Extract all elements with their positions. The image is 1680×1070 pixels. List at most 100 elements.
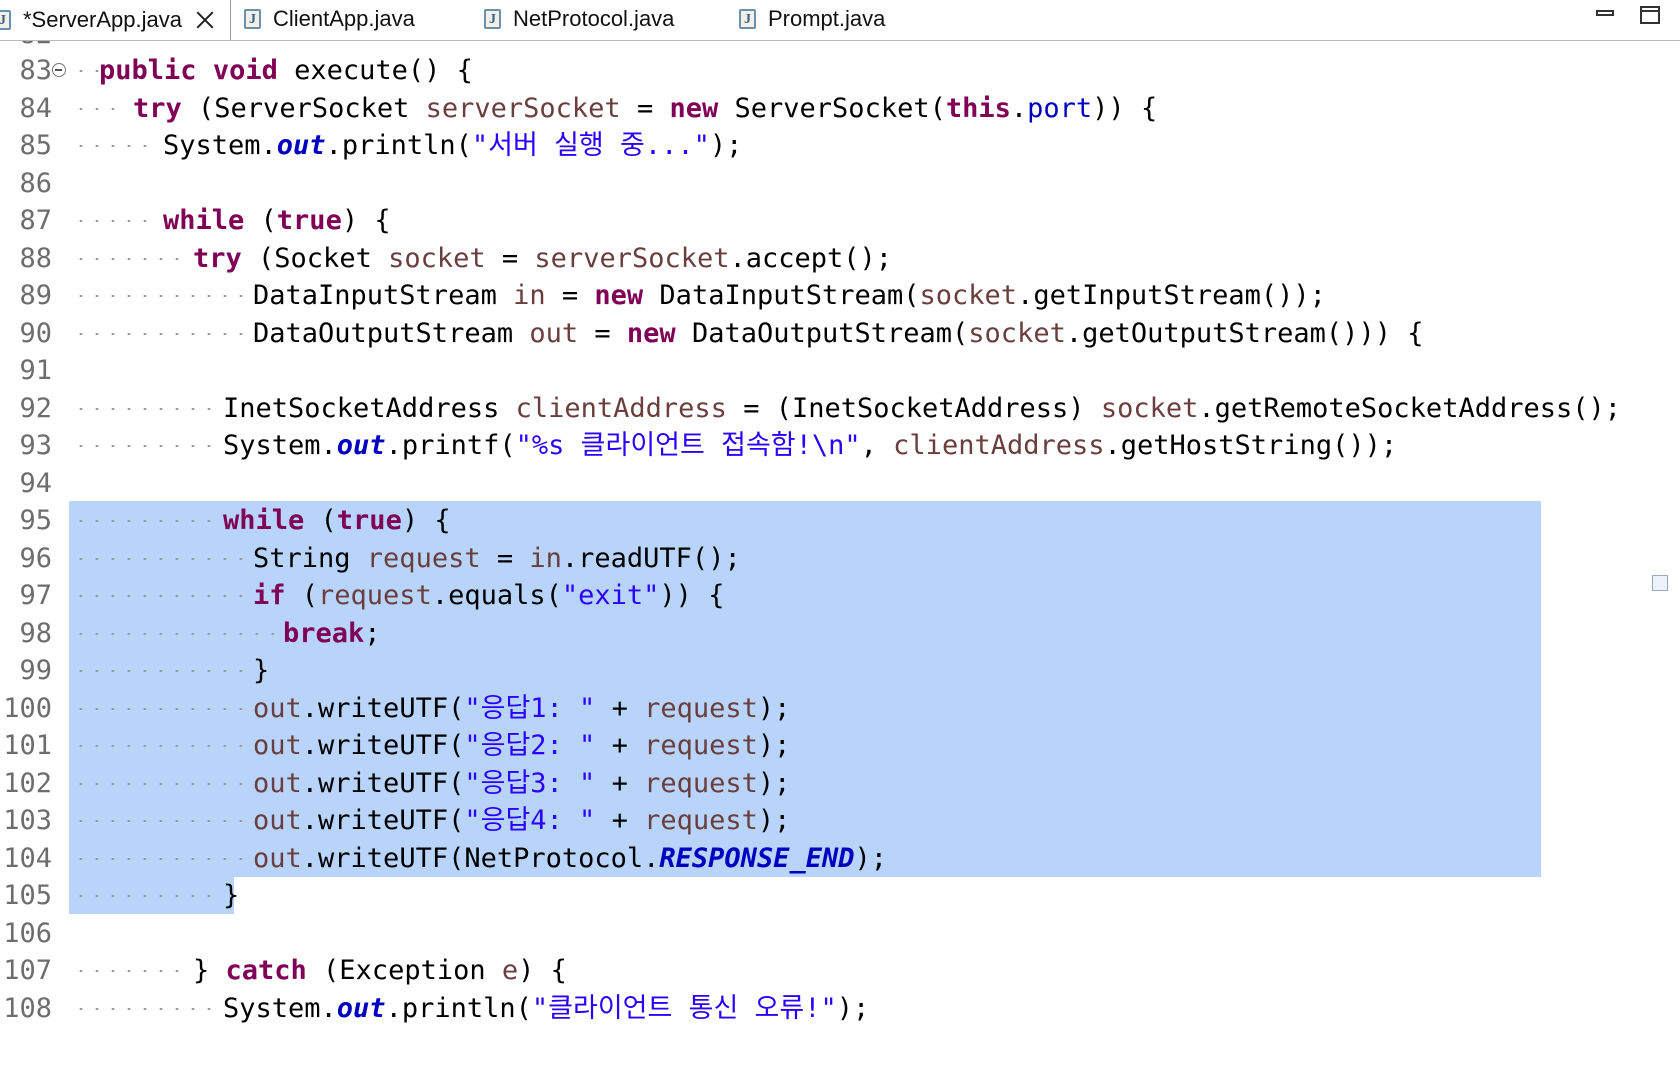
code-token: } [193, 955, 226, 986]
code-token: .writeUTF( [301, 730, 465, 761]
minimize-icon[interactable] [1596, 6, 1616, 24]
line-number: 88 [19, 242, 52, 274]
variable-token: request [366, 542, 481, 574]
code-line: 98 break; [0, 613, 1680, 654]
code-token: ); [854, 842, 887, 874]
code-token: System. [163, 130, 277, 161]
variable-token: out [253, 842, 302, 874]
code-text: } catch (Exception e) { [193, 951, 567, 991]
code-token: ); [757, 692, 791, 724]
code-line: 87 while (true) { [0, 201, 1680, 241]
variable-token: out [253, 730, 302, 761]
fold-collapse-icon[interactable] [52, 63, 66, 77]
code-text: System.out.printf("%s 클라이언트 접속함!\n", cli… [223, 426, 1397, 466]
code-text: out.writeUTF("응답1: " + request); [253, 689, 790, 729]
code-token: .writeUTF( [301, 805, 465, 836]
tab-serverappjava[interactable]: J *ServerApp.java [0, 0, 231, 40]
code-token: .printf( [385, 430, 516, 461]
whitespace-markers [73, 726, 247, 766]
code-line: 84 try (ServerSocket serverSocket = new S… [0, 89, 1680, 129]
code-token: . [1010, 92, 1028, 124]
tab-promptjava[interactable]: J Prompt.java [725, 0, 885, 38]
code-token: ) { [341, 205, 391, 236]
code-line: 83 public void execute() { [0, 51, 1680, 91]
code-token: } [223, 880, 240, 911]
line-number: 92 [19, 392, 52, 424]
code-token: (Exception [306, 955, 502, 986]
code-line: 105} [0, 876, 1680, 916]
code-line: 97 if (request.equals("exit")) { [0, 576, 1680, 616]
code-text: DataInputStream in = new DataInputStream… [253, 276, 1326, 316]
code-token: ); [757, 805, 791, 836]
tab-netprotocoljava[interactable]: J NetProtocol.java [470, 0, 674, 38]
code-token: .getHostString()); [1104, 430, 1398, 461]
code-token: ); [757, 767, 791, 799]
variable-token: out [529, 317, 579, 349]
string-token: "응답2: " [464, 730, 596, 761]
code-text: try (Socket socket = serverSocket.accept… [193, 239, 892, 279]
line-number: 101 [3, 730, 52, 761]
code-line: 85 System.out.println("서버 실행 중..."); [0, 126, 1680, 166]
code-token: ); [836, 992, 870, 1024]
variable-token: e [501, 955, 519, 986]
string-token: "응답4: " [464, 805, 596, 836]
code-token: .readUTF(); [561, 542, 741, 574]
whitespace-markers [73, 501, 217, 541]
code-token: .writeUTF( [301, 767, 465, 799]
variable-token: serverSocket [534, 242, 730, 274]
code-token: .equals( [431, 580, 562, 611]
code-token: + [595, 730, 645, 761]
maximize-icon[interactable] [1640, 6, 1660, 24]
code-token: + [595, 692, 645, 724]
tab-clientappjava[interactable]: J ClientApp.java [230, 0, 415, 38]
code-line: 93 System.out.printf("%s 클라이언트 접속함!\n", c… [0, 426, 1680, 466]
overview-ruler-marker[interactable] [1652, 575, 1668, 591]
code-token: + [595, 805, 645, 836]
keyword-token: void [212, 55, 278, 86]
whitespace-markers [73, 651, 247, 691]
editor-tab-bar: J *ServerApp.java J ClientApp.java J NetProto… [0, 0, 1680, 41]
line-number: 98 [19, 617, 52, 649]
code-editor[interactable]: 82 83public void execute() {84try (Serve… [0, 41, 1680, 1070]
line-number: 89 [19, 280, 52, 311]
code-token: .getRemoteSocketAddress(); [1198, 392, 1621, 424]
tab-label: ClientApp.java [273, 6, 415, 31]
line-number: 94 [19, 467, 52, 499]
tab-label: *ServerApp.java [23, 7, 182, 32]
field-token: port [1027, 92, 1093, 124]
line-number: 87 [19, 205, 52, 236]
line-number: 86 [19, 167, 52, 199]
selection-highlight [69, 651, 1541, 689]
line-number: 107 [3, 955, 52, 986]
code-token: (Socket [241, 242, 389, 274]
code-token: DataInputStream( [643, 280, 920, 311]
keyword-token: true [276, 205, 342, 236]
code-line: 86 [0, 164, 1680, 204]
keyword-token: try [193, 242, 242, 274]
code-text: out.writeUTF("응답4: " + request); [253, 801, 790, 841]
code-text: DataOutputStream out = new DataOutputStr… [253, 314, 1423, 354]
field-token: RESPONSE_END [659, 842, 855, 874]
variable-token: socket [968, 317, 1066, 349]
code-token: )) { [1092, 92, 1158, 124]
code-token: DataInputStream [253, 280, 514, 311]
code-token: ( [244, 205, 277, 236]
whitespace-markers [73, 801, 247, 841]
java-file-icon: J [244, 9, 261, 29]
code-token: DataOutputStream( [675, 317, 969, 349]
keyword-token: while [223, 505, 305, 536]
code-token: .getOutputStream())) { [1065, 317, 1424, 349]
code-line: 107 } catch (Exception e) { [0, 951, 1680, 991]
code-token: DataOutputStream [253, 317, 530, 349]
keyword-token: while [163, 205, 245, 236]
line-number: 96 [19, 542, 52, 574]
string-token: "클라이언트 통신 오류!" [531, 992, 837, 1024]
code-text: try (ServerSocket serverSocket = new Ser… [133, 89, 1157, 129]
code-token: ); [757, 730, 791, 761]
variable-token: out [253, 805, 302, 836]
tab-label: Prompt.java [768, 6, 886, 31]
whitespace-markers [73, 314, 247, 354]
close-tab-icon[interactable] [196, 11, 214, 29]
code-token: .println( [385, 992, 532, 1024]
